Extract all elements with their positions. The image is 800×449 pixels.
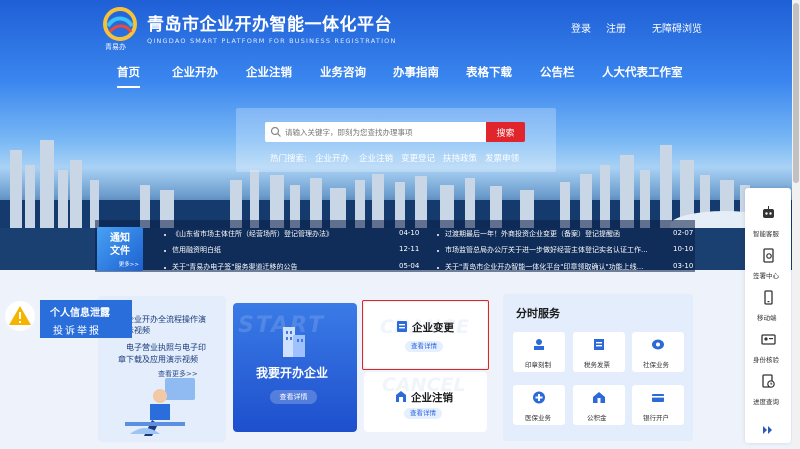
building-icon (283, 327, 305, 357)
search-icon (270, 126, 281, 137)
nav-deputy-studio[interactable]: 人大代表工作室 (602, 64, 683, 80)
service-label: 公积金 (587, 414, 607, 422)
guide-video-link[interactable]: 章下载及应用演示视频 (118, 354, 198, 365)
notice-date: 02-07 (673, 229, 694, 237)
start-business-title: 我要开办企业 (256, 366, 329, 380)
logo-caption: 青易办 (105, 43, 126, 51)
progress-query-icon[interactable] (761, 374, 776, 389)
notice-date: 12-11 (399, 245, 420, 253)
nav-business-cancel[interactable]: 企业注销 (246, 64, 292, 80)
nav-forms-download[interactable]: 表格下载 (466, 64, 512, 80)
seal-icon (534, 339, 544, 350)
sign-document-icon[interactable] (761, 248, 776, 263)
search-button[interactable]: 搜索 (486, 122, 525, 142)
notice-item[interactable]: 关于"青易办电子签"服务渠道迁移的公告 (172, 262, 297, 272)
time-slot-services-title: 分时服务 (516, 307, 560, 320)
notice-item[interactable]: 信用融资明白纸 (172, 245, 221, 255)
brand-logo-icon[interactable] (100, 6, 140, 46)
service-label: 银行开户 (643, 414, 669, 422)
privacy-report-title: 个人信息泄露 (50, 308, 110, 319)
collapse-arrow-icon[interactable] (762, 425, 774, 435)
service-label: 印章刻制 (525, 361, 551, 369)
social-security-icon (652, 339, 664, 350)
scrollbar-thumb[interactable] (793, 3, 799, 183)
hot-search-item[interactable]: 发票申领 (485, 152, 519, 164)
business-cancel-title: 企业注销 (411, 392, 453, 404)
hot-search-item[interactable]: 企业开办 (315, 152, 349, 164)
nav-business-start[interactable]: 企业开办 (172, 64, 218, 80)
accessible-browse-link[interactable]: 无障碍浏览 (652, 20, 702, 35)
cancel-icon (396, 391, 406, 402)
bullet-icon (164, 267, 166, 269)
sidebar-identity-verify[interactable]: 身份核验 (753, 354, 779, 364)
service-label: 社保业务 (643, 361, 669, 369)
medical-icon (533, 391, 545, 404)
nav-guide[interactable]: 办事指南 (393, 64, 439, 80)
business-cancel-details-button[interactable]: 查看详情 (404, 408, 442, 419)
illustration-person-icon (125, 378, 195, 436)
sidebar-smart-service[interactable]: 智能客服 (753, 228, 779, 238)
notice-date: 05-04 (399, 262, 420, 270)
search-input[interactable] (265, 122, 486, 142)
hot-search-item[interactable]: 企业注销 (359, 152, 393, 164)
site-title: 青岛市企业开办智能一体化平台 (147, 15, 392, 35)
notice-item[interactable]: 关于"青岛市企业开办智能一体化平台"印章领取确认"功能上线... (445, 262, 643, 272)
hot-search-label: 热门搜索: (270, 154, 307, 164)
highlight-frame (362, 300, 489, 370)
mobile-icon[interactable] (761, 290, 776, 305)
housing-fund-icon (593, 392, 605, 403)
bullet-icon (437, 267, 439, 269)
bullet-icon (437, 250, 439, 252)
bullet-icon (164, 250, 166, 252)
notice-more-link[interactable]: 更多>> (119, 260, 139, 268)
sidebar-sign-center[interactable]: 签署中心 (753, 270, 779, 280)
main-nav: 首页 企业开办 企业注销 业务咨询 办事指南 表格下载 公告栏 人大代表工作室 (0, 64, 800, 88)
notice-badge-title: 通知 (110, 233, 130, 244)
hot-search-item[interactable]: 扶持政策 (443, 152, 477, 164)
register-link[interactable]: 注册 (606, 20, 626, 35)
sidebar-progress-query[interactable]: 进度查询 (753, 396, 779, 406)
invoice-icon (594, 339, 604, 350)
bank-card-icon (652, 394, 664, 402)
privacy-report-subtitle: 投诉举报 (53, 326, 101, 337)
guide-video-link[interactable]: 电子营业执照与电子印 (126, 342, 206, 353)
robot-icon[interactable] (761, 205, 776, 220)
nav-home[interactable]: 首页 (117, 64, 140, 88)
site-subtitle: QINGDAO SMART PLATFORM FOR BUSINESS REGI… (147, 37, 397, 45)
service-label: 税务发票 (584, 361, 610, 369)
nav-consulting[interactable]: 业务咨询 (320, 64, 366, 80)
bullet-icon (164, 234, 166, 236)
login-link[interactable]: 登录 (571, 20, 591, 35)
notice-date: 10-10 (673, 245, 694, 253)
notice-item[interactable]: 《山东省市场主体住所（经营场所）登记管理办法》 (172, 229, 333, 239)
notice-badge[interactable]: 通知 文件 更多>> (97, 227, 143, 271)
start-business-details-button[interactable]: 查看详情 (270, 390, 317, 404)
bullet-icon (437, 234, 439, 236)
notice-item[interactable]: 市场监管总局办公厅关于进一步做好经营主体登记实名认证工作... (445, 245, 648, 255)
notice-item[interactable]: 过渡期最后一年！外商投资企业变更（备案）登记提醒函 (445, 229, 620, 239)
notice-date: 04-10 (399, 229, 420, 237)
hot-search-item[interactable]: 变更登记 (401, 152, 435, 164)
notice-date: 03-10 (673, 262, 694, 270)
service-label: 医保业务 (525, 414, 551, 422)
notice-badge-title: 文件 (110, 246, 130, 257)
guide-video-link[interactable]: 企业开办全流程操作演 (126, 314, 206, 325)
nav-bulletin[interactable]: 公告栏 (540, 64, 575, 80)
warning-icon (5, 301, 35, 331)
sidebar-mobile[interactable]: 移动端 (757, 312, 777, 322)
id-card-icon[interactable] (761, 332, 776, 347)
